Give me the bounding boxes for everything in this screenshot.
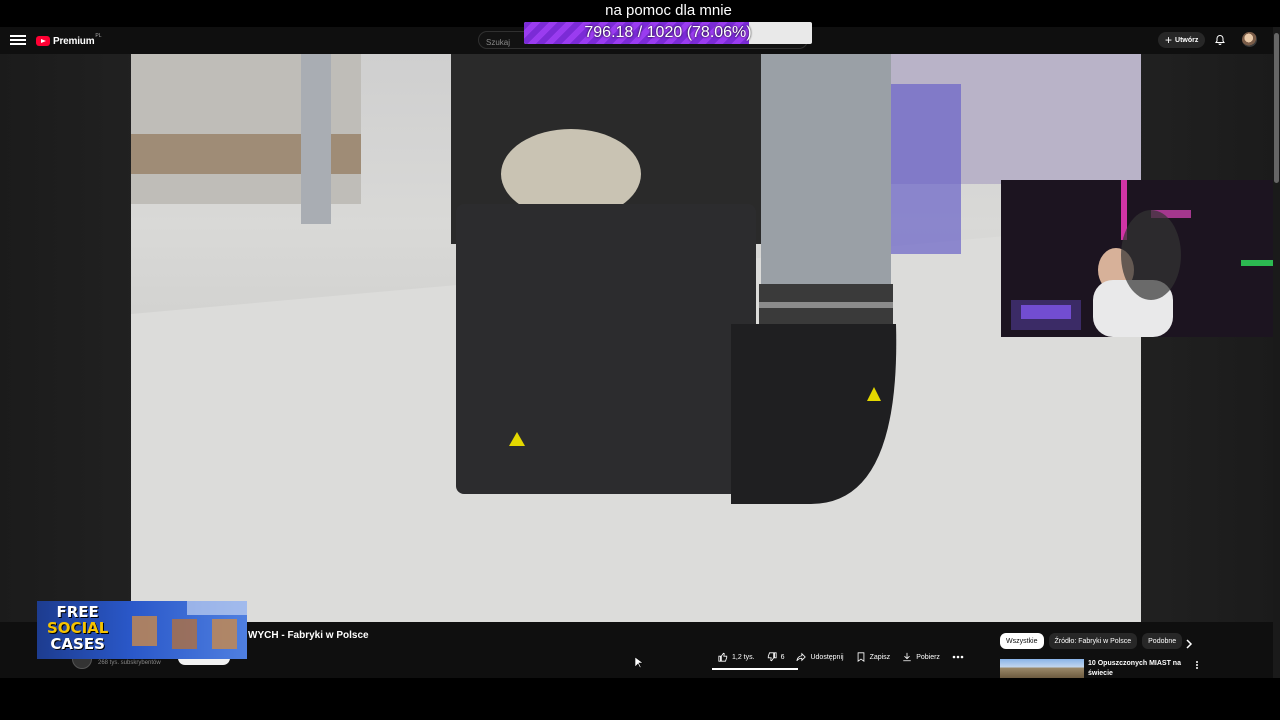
like-highlight (712, 668, 798, 670)
video-player[interactable] (131, 54, 1141, 622)
goal-title: na pomoc dla mnie (605, 2, 732, 19)
download-icon (903, 652, 911, 662)
page-scrollbar[interactable] (1273, 27, 1280, 678)
channel-subscribers: 268 tys. subskrybentów (98, 660, 161, 666)
create-label: Utwórz (1175, 36, 1199, 44)
share-button[interactable]: Udostępnij (790, 648, 849, 666)
logo-country: PL (95, 33, 102, 39)
recommendation-title[interactable]: 10 Opuszczonych MIAST na świecie (1088, 659, 1183, 679)
dislike-button[interactable]: 6 (761, 648, 791, 666)
plus-icon: + (1165, 33, 1173, 47)
video-title: WYCH - Fabryki w Polsce (248, 630, 369, 641)
more-actions-button[interactable] (946, 648, 974, 666)
filter-chips: Wszystkie Źródło: Fabryki w Polsce Podob… (1000, 633, 1187, 649)
goal-progress-bar: 796.18 / 1020 (78.06%) (524, 22, 812, 44)
share-icon (796, 652, 807, 662)
dislike-count: 6 (780, 653, 785, 661)
thumbs-down-icon (767, 652, 777, 662)
download-label: Pobierz (916, 653, 940, 661)
create-button[interactable]: + Utwórz (1158, 32, 1206, 48)
bookmark-icon (857, 652, 864, 662)
video-actions: 1,2 tys. 6 Udostępnij Zapisz Pobierz (712, 648, 974, 666)
youtube-play-icon (36, 36, 50, 46)
ad-line-free: FREE (56, 603, 99, 621)
bell-icon[interactable] (1214, 34, 1226, 46)
more-horizontal-icon (952, 655, 964, 659)
ad-banner[interactable]: FREE SOCIAL CASES (37, 601, 247, 659)
recommendation-more-icon[interactable] (1194, 660, 1200, 672)
goal-progress-text: 796.18 / 1020 (78.06%) (584, 24, 752, 41)
ad-text: FREE SOCIAL CASES (47, 604, 108, 652)
chip-all[interactable]: Wszystkie (1000, 633, 1044, 649)
mouse-cursor-icon (635, 657, 643, 669)
youtube-logo[interactable]: Premium PL (36, 33, 102, 48)
scrollbar-thumb[interactable] (1274, 33, 1279, 183)
save-label: Zapisz (869, 653, 891, 661)
chevron-right-icon[interactable] (1183, 638, 1195, 650)
share-label: Udostępnij (810, 653, 844, 661)
webcam-frame (1001, 180, 1280, 337)
like-button[interactable]: 1,2 tys. (712, 648, 761, 666)
like-count: 1,2 tys. (732, 653, 755, 661)
video-frame (131, 54, 1141, 622)
account-avatar[interactable] (1242, 32, 1257, 47)
logo-text: Premium (53, 35, 95, 47)
ad-line-cases: CASES (50, 635, 105, 653)
webcam-overlay (1001, 180, 1280, 337)
ad-line-social: SOCIAL (47, 619, 109, 637)
thumbs-up-icon (718, 652, 728, 662)
chip-source-channel[interactable]: Źródło: Fabryki w Polsce (1048, 633, 1138, 649)
chip-similar[interactable]: Podobne (1142, 633, 1183, 649)
menu-icon[interactable] (10, 33, 26, 47)
recommendation-thumbnail[interactable] (1000, 659, 1084, 678)
save-button[interactable]: Zapisz (850, 648, 897, 666)
download-button[interactable]: Pobierz (896, 648, 946, 666)
